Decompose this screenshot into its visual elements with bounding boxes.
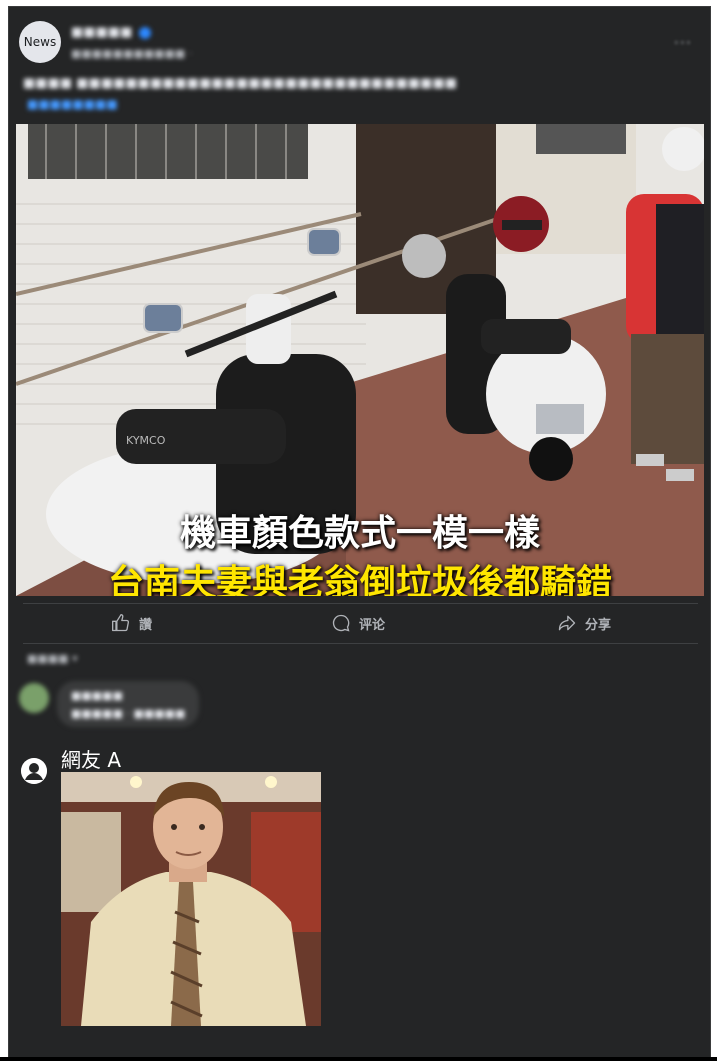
post-photo[interactable]: KYMCO 機車顏色款式一模一樣 台南夫妻與老翁倒垃圾後都騎錯	[16, 124, 704, 596]
photo-headline-line1: 機車顏色款式一模一樣	[179, 513, 540, 554]
more-options-icon[interactable]: ···	[674, 33, 692, 52]
action-bar: 讚 评论 分享	[23, 607, 698, 639]
reply-user-avatar[interactable]	[21, 758, 47, 784]
divider-bottom	[23, 643, 698, 644]
page-avatar[interactable]: News	[19, 21, 61, 63]
share-label: 分享	[585, 617, 612, 633]
post-caption: ■■■■ ■■■■■■■■■■■■■■■■■■■■■■■■■■■■■■■	[23, 76, 458, 91]
commenter-name[interactable]: ■■■■■	[71, 689, 123, 702]
share-arrow-icon	[558, 615, 576, 631]
divider-top	[23, 603, 698, 604]
thumbs-up-icon	[112, 614, 130, 632]
comment-button[interactable]: 评论	[331, 607, 385, 639]
comment-bubble-icon	[332, 614, 350, 632]
comment-sort-dropdown[interactable]: ■■■■ ▾	[27, 652, 78, 665]
post-timestamp[interactable]: ■■■■■■■■■■■ ·	[71, 47, 192, 60]
comment-label: 评论	[359, 617, 386, 633]
bottom-edge	[0, 1057, 717, 1061]
like-button[interactable]: 讚	[111, 607, 152, 639]
svg-text:KYMCO: KYMCO	[126, 434, 166, 447]
share-button[interactable]: 分享	[557, 607, 611, 639]
office-man-photo	[61, 772, 321, 1026]
page-avatar-label: News	[23, 35, 57, 49]
reply-meme-image[interactable]	[61, 772, 321, 1026]
page-name[interactable]: ■■■■■	[71, 25, 132, 40]
user-silhouette-icon	[21, 758, 47, 784]
verified-badge-icon	[139, 27, 151, 39]
photo-headline-line2: 台南夫妻與老翁倒垃圾後都騎錯	[107, 563, 612, 596]
comment-text: ■■■■■ · ■■■■■	[71, 707, 186, 720]
commenter-avatar[interactable]	[19, 683, 49, 713]
post-link[interactable]: ■■■■■■■■	[27, 97, 118, 111]
post-card: News ■■■■■ ■■■■■■■■■■■ · ··· ■■■■ ■■■■■■…	[8, 6, 711, 1061]
like-label: 讚	[139, 617, 153, 633]
comment-bubble	[57, 681, 199, 727]
post-header: News ■■■■■ ■■■■■■■■■■■ · ··· ■■■■ ■■■■■■…	[9, 7, 710, 122]
reply-user-name[interactable]: 網友 A	[61, 744, 121, 773]
